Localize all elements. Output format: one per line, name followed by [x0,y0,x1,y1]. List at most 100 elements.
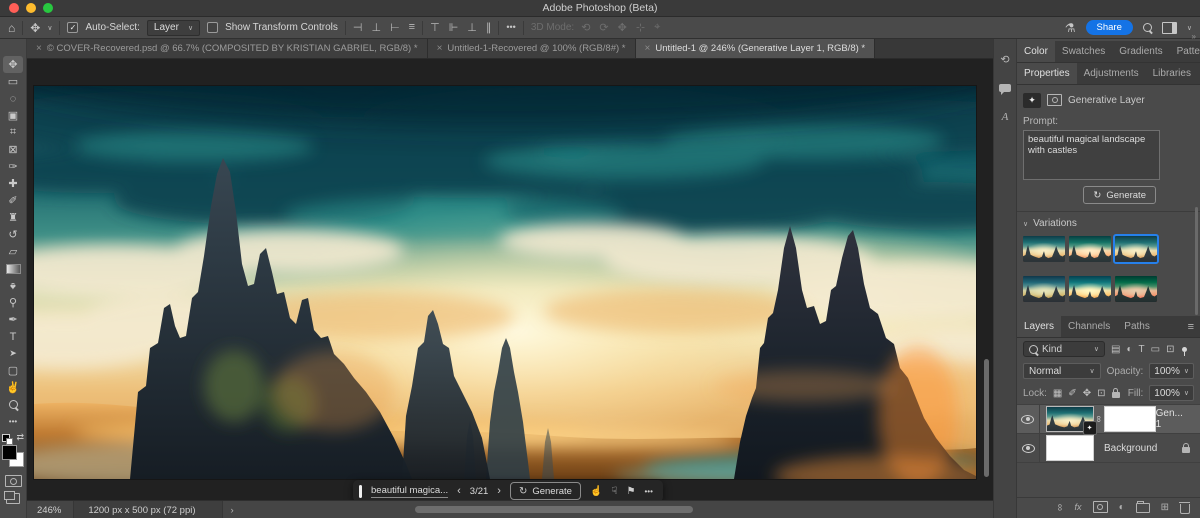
new-layer-icon[interactable]: ⊞ [1161,502,1169,513]
marquee-tool[interactable]: ▭ [3,73,23,90]
filter-adjustment-layers-icon[interactable]: ◐ [1126,344,1132,355]
align-center-icon[interactable]: ⊥ [371,21,381,34]
minimize-window-button[interactable] [26,3,36,13]
tab-patterns[interactable]: Patterns [1170,41,1200,62]
swap-colors-icon[interactable]: ⇄ [16,432,24,443]
adjustment-layer-icon[interactable]: ◐ [1119,502,1125,513]
align-right-icon[interactable]: ⊢ [390,21,400,34]
show-transform-checkbox[interactable] [207,22,219,33]
layer-mask-thumbnail[interactable] [1103,406,1156,432]
visibility-cell[interactable] [1017,405,1040,433]
layer-effects-icon[interactable]: fx [1075,502,1082,512]
align-bottom-icon[interactable]: ⊥ [467,21,477,34]
object-selection-tool[interactable]: ▣ [3,107,23,124]
beta-flask-icon[interactable]: ⚗ [1065,22,1076,34]
gradient-tool[interactable] [3,260,23,277]
task-bar-handle[interactable] [359,484,362,498]
tab-gradients[interactable]: Gradients [1112,41,1169,62]
lock-all-icon[interactable] [1111,387,1120,398]
frame-tool[interactable]: ⊠ [3,141,23,158]
tab-adjustments[interactable]: Adjustments [1077,63,1146,84]
close-icon[interactable]: × [645,43,651,54]
zoom-level-field[interactable]: 246% [27,505,73,516]
auto-select-checkbox[interactable]: ✓ [67,22,79,33]
lock-pixels-icon[interactable]: ✐ [1068,388,1076,399]
distribute-horizontal-icon[interactable]: ≡ [409,21,415,34]
eraser-tool[interactable]: ▱ [3,243,23,260]
link-layers-icon[interactable]: ∞ [1054,503,1065,510]
panel-menu-icon[interactable]: ≡ [1182,316,1200,337]
layer-name[interactable]: Gen... 1 [1156,408,1200,430]
fill-field[interactable]: 100% ∨ [1149,385,1194,401]
document-tab[interactable]: × © COVER-Recovered.psd @ 66.7% (COMPOSI… [27,39,428,58]
add-mask-icon[interactable] [1092,501,1108,513]
tab-channels[interactable]: Channels [1061,316,1117,337]
variation-thumb[interactable] [1023,236,1065,262]
thumbs-up-icon[interactable]: ☝ [590,486,602,497]
home-icon[interactable]: ⌂ [8,22,15,34]
tab-layers[interactable]: Layers [1017,316,1062,337]
move-tool[interactable]: ✥ [3,56,23,73]
document-tab-active[interactable]: × Untitled-1 @ 246% (Generative Layer 1,… [635,39,876,58]
tab-properties[interactable]: Properties [1017,63,1077,84]
variation-thumb-selected[interactable] [1113,234,1159,264]
eyedropper-tool[interactable]: ✑ [3,158,23,175]
clone-stamp-tool[interactable]: ♜ [3,209,23,226]
layer-row-generative[interactable]: ✦ ∞ Gen... 1 [1017,404,1200,435]
task-bar-generate-button[interactable]: ↻ Generate [509,482,581,500]
task-bar-prompt-field[interactable]: beautiful magica... [371,485,449,498]
new-group-icon[interactable] [1135,501,1150,513]
move-tool-preset-icon[interactable]: ✥ [30,22,40,34]
collapse-panels-icon[interactable]: » [1192,32,1196,41]
layer-filter-dropdown[interactable]: Kind ∨ [1023,341,1105,357]
close-icon[interactable]: × [437,43,443,54]
visibility-cell[interactable] [1017,434,1040,462]
default-colors-icon[interactable] [2,434,13,445]
variation-thumb[interactable] [1069,236,1111,262]
crop-tool[interactable]: ⌗ [3,124,23,141]
tab-paths[interactable]: Paths [1117,316,1157,337]
pen-tool[interactable]: ✒ [3,311,23,328]
tab-libraries[interactable]: Libraries [1146,63,1198,84]
brush-tool[interactable]: ✐ [3,192,23,209]
variations-header[interactable]: ∨ Variations [1023,218,1192,229]
hand-tool[interactable]: ✌ [3,379,23,396]
close-window-button[interactable] [9,3,19,13]
type-tool[interactable]: T [3,328,23,345]
path-selection-tool[interactable]: ➤ [3,345,23,362]
share-button[interactable]: Share [1085,20,1133,35]
thumbs-down-icon[interactable]: ☟ [611,486,617,497]
history-panel-icon[interactable]: ⟲ [996,51,1014,67]
panel-scrollbar[interactable] [1195,207,1198,315]
foreground-color-swatch[interactable] [2,445,17,460]
report-flag-icon[interactable]: ⚑ [627,486,636,497]
vertical-scrollbar[interactable] [984,359,989,477]
task-bar-more-icon[interactable]: ••• [644,487,652,496]
align-top-icon[interactable]: ⊤ [430,21,440,34]
layer-row-background[interactable]: Background [1017,434,1200,463]
history-brush-tool[interactable]: ↺ [3,226,23,243]
lock-artboard-icon[interactable]: ⊡ [1097,388,1105,399]
variation-thumb[interactable] [1115,276,1157,302]
canvas-artwork[interactable] [34,86,976,479]
opacity-field[interactable]: 100% ∨ [1149,363,1194,379]
prompt-input[interactable]: beautiful magical landscape with castles [1023,130,1160,180]
align-left-icon[interactable]: ⊣ [353,21,363,34]
distribute-vertical-icon[interactable]: ∥ [486,21,492,34]
dodge-tool[interactable]: ⚲ [3,294,23,311]
layer-thumbnail[interactable]: ✦ [1045,406,1097,435]
chevron-down-icon[interactable]: ∨ [47,24,52,32]
tab-color[interactable]: Color [1017,41,1055,62]
filter-toggle-icon[interactable] [1182,346,1188,356]
search-icon[interactable] [1142,23,1152,32]
generate-button[interactable]: ↻ Generate [1083,186,1156,204]
blend-mode-dropdown[interactable]: Normal ∨ [1023,363,1101,379]
edit-toolbar-button[interactable]: ••• [3,413,23,430]
blur-tool[interactable]: ♠ [3,277,23,294]
align-middle-icon[interactable]: ⊩ [449,21,459,34]
filter-shape-layers-icon[interactable]: ▭ [1151,344,1160,355]
close-icon[interactable]: × [36,43,42,54]
lock-transparency-icon[interactable]: ▦ [1053,388,1062,399]
zoom-window-button[interactable] [43,3,53,13]
shape-tool[interactable]: ▢ [3,362,23,379]
